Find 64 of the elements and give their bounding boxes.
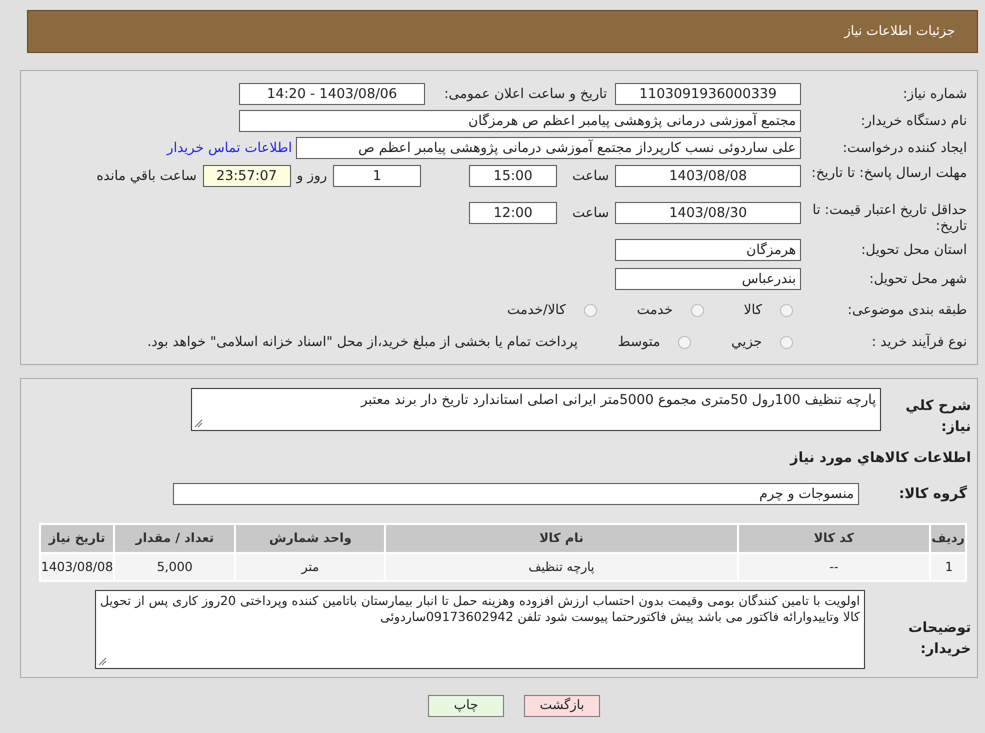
table-cell: 1 xyxy=(930,553,966,581)
field-label: طبقه بندی موضوعی: xyxy=(848,302,967,318)
radio-label: کالا/خدمت xyxy=(507,300,566,320)
text-field[interactable]: بندرعباس xyxy=(615,268,801,290)
field-label: شهر محل تحویل: xyxy=(869,270,967,287)
field-label: استان محل تحویل: xyxy=(861,242,967,258)
text-field[interactable]: 1403/08/30 xyxy=(615,202,801,224)
section-heading: اطلاعات كالاهاي مورد نياز xyxy=(790,450,971,466)
field-label: شماره نیاز: xyxy=(902,86,967,102)
text-field[interactable]: 1403/08/08 xyxy=(615,165,801,187)
description-textarea[interactable]: پارچه تنظیف 100رول 50متری مجموع 5000متر ایرانی اصلی استاندارد تاریخ دار برند معتبر xyxy=(191,388,881,431)
text-field[interactable]: هرمزگان xyxy=(615,239,801,261)
field-label: ساعت باقي مانده xyxy=(96,166,197,186)
radio-label: کالا xyxy=(744,300,762,320)
field-label: شرح كلي نياز: xyxy=(906,398,971,435)
text-field[interactable]: مجتمع آموزشی درمانی پژوهشی پیامبر اعظم ص هرمزگان xyxy=(239,110,801,132)
radio-label: جزيي xyxy=(731,332,762,352)
field-label: ساعت xyxy=(571,204,609,223)
field-label: حداقل تاریخ اعتبار قیمت: تا تاریخ: xyxy=(812,202,967,234)
table-cell: 1403/08/08 xyxy=(40,553,114,581)
notes-textarea[interactable] xyxy=(95,590,865,669)
radio-label: خدمت xyxy=(636,300,673,320)
text-field[interactable]: 1 xyxy=(333,165,421,187)
field-label: مهلت ارسال پاسخ: تا تاریخ: xyxy=(811,165,967,181)
field-label: روز و xyxy=(296,166,327,186)
table-cell: متر xyxy=(235,553,386,581)
radio-button[interactable] xyxy=(690,304,704,316)
column-header: کد کالا xyxy=(738,524,930,553)
page-title: جزئیات اطلاعات نیاز xyxy=(844,22,955,41)
radio-button[interactable] xyxy=(678,336,692,348)
radio-label: متوسط xyxy=(618,332,660,352)
table-cell: 5,000 xyxy=(114,553,236,581)
description-text: پارچه تنظیف 100رول 50متری مجموع 5000متر ایرانی اصلی استاندارد تاریخ دار برند معتبر xyxy=(360,392,876,408)
table-cell: پارچه تنظیف xyxy=(385,553,738,581)
radio-button[interactable] xyxy=(780,336,793,348)
table-cell: -- xyxy=(738,553,930,581)
text-field[interactable]: 12:00 xyxy=(469,202,557,224)
column-header: تاریخ نیاز xyxy=(40,524,114,553)
resize-grip-icon xyxy=(98,657,107,666)
print-button[interactable]: چاپ xyxy=(428,695,504,717)
column-header: ردیف xyxy=(930,524,966,553)
field-label: نوع فرآیند خرید : xyxy=(872,334,967,350)
notes-text: اولویت با تامین کنندگان بومی وقیمت بدون احتساب ارزش افزوده وهزینه حمل تا انبار بیمارستان باتامین کننده وپرداختی 20روز کاری پس از تحویل کالا وتاییدوارائه فاکتور می باشد پیش فاکتورحتما پیوست شود تلفن 09173602942ساردوئی xyxy=(100,593,860,624)
text-field[interactable]: علی ساردوئی نسب کارپرداز مجتمع آموزشی درمانی پژوهشی پیامبر اعظم ص xyxy=(296,137,801,159)
column-header: نام کالا xyxy=(385,524,738,553)
field-label: تاریخ و ساعت اعلان عمومی: xyxy=(444,86,607,102)
radio-button[interactable] xyxy=(584,304,597,316)
text-field[interactable]: 1403/08/06 - 14:20 xyxy=(239,83,425,105)
field-label: ساعت xyxy=(571,166,609,186)
text-field[interactable]: 1103091936000339 xyxy=(615,83,801,105)
radio-button[interactable] xyxy=(780,304,793,316)
column-header: تعداد / مقدار xyxy=(114,524,236,553)
text-field[interactable]: 23:57:07 xyxy=(202,165,291,187)
column-header: واحد شمارش xyxy=(235,524,386,553)
text-field[interactable]: 15:00 xyxy=(469,165,557,187)
field-label: توضیحات خریدار: xyxy=(908,620,971,657)
contact-link[interactable]: اطلاعات تماس خریدار xyxy=(166,138,292,158)
field-label: گروه کالا: xyxy=(898,486,967,502)
back-button[interactable]: بازگشت xyxy=(524,695,600,717)
field-label: ایجاد کننده درخواست: xyxy=(842,140,967,156)
resize-grip-icon xyxy=(194,419,203,428)
field-label: نام دستگاه خریدار: xyxy=(860,112,967,129)
text-field[interactable]: منسوجات و چرم xyxy=(173,483,859,505)
payment-note: پرداخت تمام یا بخشی از مبلغ خرید،از محل "اسناد خزانه اسلامی" خواهد بود. xyxy=(147,332,578,352)
